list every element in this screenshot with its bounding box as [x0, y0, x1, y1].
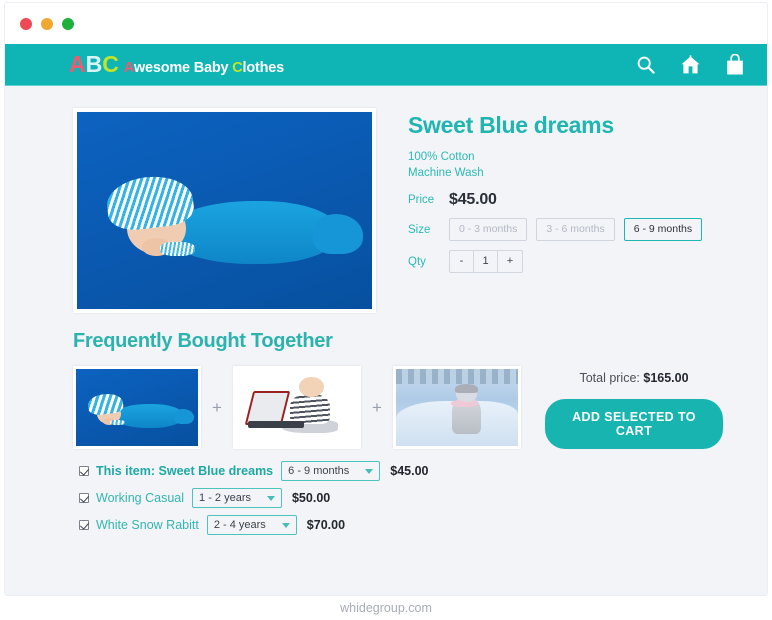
fbt-item-size-value-1: 6 - 9 months — [288, 465, 350, 477]
description-line-2: Machine Wash — [408, 167, 484, 179]
fbt-thumbnail-1[interactable] — [73, 366, 201, 449]
footer-url: whidegroup.com — [340, 601, 432, 615]
product-hero: Sweet Blue dreams 100% Cotton Machine Wa… — [5, 86, 767, 313]
price-row: Price $45.00 — [408, 191, 711, 209]
page-footer: whidegroup.com — [4, 596, 768, 620]
total-price-value: $165.00 — [643, 370, 689, 385]
size-option-6-9-months[interactable]: 6 - 9 months — [623, 218, 703, 241]
page-title: Sweet Blue dreams — [408, 112, 614, 138]
list-item: Working Casual 1 - 2 years $50.00 — [79, 488, 767, 508]
chevron-down-icon — [365, 468, 374, 474]
size-option-0-3-months[interactable]: 0 - 3 months — [449, 218, 528, 241]
quantity-stepper: - 1 + — [449, 250, 523, 273]
fbt-item-size-value-2: 1 - 2 years — [199, 492, 251, 504]
product-main-image[interactable] — [73, 108, 376, 313]
window-maximize-button[interactable] — [62, 17, 74, 30]
logo-tagline-mid: wesome Baby — [133, 60, 233, 76]
fbt-item-label-2: Working Casual — [96, 491, 185, 505]
size-label: Size — [408, 223, 431, 236]
description-line-1: 100% Cotton — [408, 151, 475, 163]
product-description: 100% Cotton Machine Wash — [408, 149, 711, 181]
logo-letter-b: B — [85, 51, 103, 77]
fbt-item-checkbox-3[interactable] — [79, 520, 89, 530]
chevron-down-icon — [266, 495, 275, 501]
fbt-item-size-select-2[interactable]: 1 - 2 years — [192, 488, 282, 508]
total-price-label: Total price: — [579, 370, 640, 385]
site-header: ABC Awesome Baby Clothes — [5, 44, 767, 86]
size-row: Size 0 - 3 months 3 - 6 months 6 - 9 mon… — [408, 218, 711, 241]
home-icon[interactable] — [680, 54, 701, 75]
total-price-line: Total price: $165.00 — [545, 371, 723, 385]
window-close-button[interactable] — [20, 17, 32, 30]
logo-tagline-end: lothes — [242, 60, 285, 76]
window-minimize-button[interactable] — [41, 17, 53, 30]
qty-decrement-button[interactable]: - — [450, 251, 474, 272]
window-titlebar — [5, 3, 767, 44]
fbt-summary: Total price: $165.00 ADD SELECTED TO CAR… — [545, 367, 723, 449]
list-item: This item: Sweet Blue dreams 6 - 9 month… — [79, 461, 767, 481]
fbt-plus-separator-1: + — [212, 397, 222, 417]
page-body: Sweet Blue dreams 100% Cotton Machine Wa… — [5, 86, 767, 595]
fbt-item-size-select-3[interactable]: 2 - 4 years — [206, 515, 297, 535]
logo-tagline: Awesome Baby Clothes — [124, 60, 284, 76]
product-price: $45.00 — [449, 191, 497, 208]
fbt-item-label-3: White Snow Rabitt — [96, 518, 199, 532]
shopping-bag-icon[interactable] — [725, 53, 745, 76]
fbt-item-label-1: This item: Sweet Blue dreams — [96, 464, 274, 478]
product-info: Sweet Blue dreams 100% Cotton Machine Wa… — [376, 108, 711, 313]
fbt-thumbnail-row: + + Total price: $165.00 ADD SELECTED TO… — [5, 366, 767, 449]
size-option-3-6-months[interactable]: 3 - 6 months — [536, 218, 615, 241]
qty-increment-button[interactable]: + — [498, 251, 522, 272]
fbt-item-price-3: $70.00 — [306, 518, 346, 532]
fbt-item-price-1: $45.00 — [390, 464, 429, 478]
search-icon[interactable] — [636, 55, 656, 75]
chevron-down-icon — [281, 522, 290, 528]
header-nav-icons — [636, 53, 745, 76]
fbt-thumbnail-3[interactable] — [393, 366, 521, 449]
logo-letter-c: C — [102, 51, 119, 77]
add-selected-to-cart-button[interactable]: ADD SELECTED TO CART — [545, 398, 723, 449]
qty-label: Qty — [408, 255, 426, 268]
logo-tagline-c: C — [232, 60, 243, 76]
logo-letter-a: A — [69, 51, 86, 77]
fbt-item-price-2: $50.00 — [291, 491, 331, 505]
qty-row: Qty - 1 + — [408, 250, 711, 273]
fbt-section-title: Frequently Bought Together — [73, 330, 333, 352]
fbt-item-size-select-1[interactable]: 6 - 9 months — [281, 461, 381, 481]
fbt-item-size-value-3: 2 - 4 years — [213, 519, 266, 531]
price-label: Price — [408, 194, 435, 206]
browser-window: ABC Awesome Baby Clothes Sweet Blue drea… — [4, 2, 768, 596]
logo-tagline-a: A — [123, 60, 134, 76]
fbt-item-list: This item: Sweet Blue dreams 6 - 9 month… — [5, 449, 767, 535]
list-item: White Snow Rabitt 2 - 4 years $70.00 — [79, 515, 767, 535]
site-logo[interactable]: ABC Awesome Baby Clothes — [69, 51, 284, 77]
fbt-thumbnail-2[interactable] — [233, 366, 361, 449]
fbt-item-checkbox-1[interactable] — [79, 466, 89, 476]
fbt-plus-separator-2: + — [372, 397, 382, 417]
fbt-item-checkbox-2[interactable] — [79, 493, 89, 503]
qty-value[interactable]: 1 — [474, 251, 498, 272]
